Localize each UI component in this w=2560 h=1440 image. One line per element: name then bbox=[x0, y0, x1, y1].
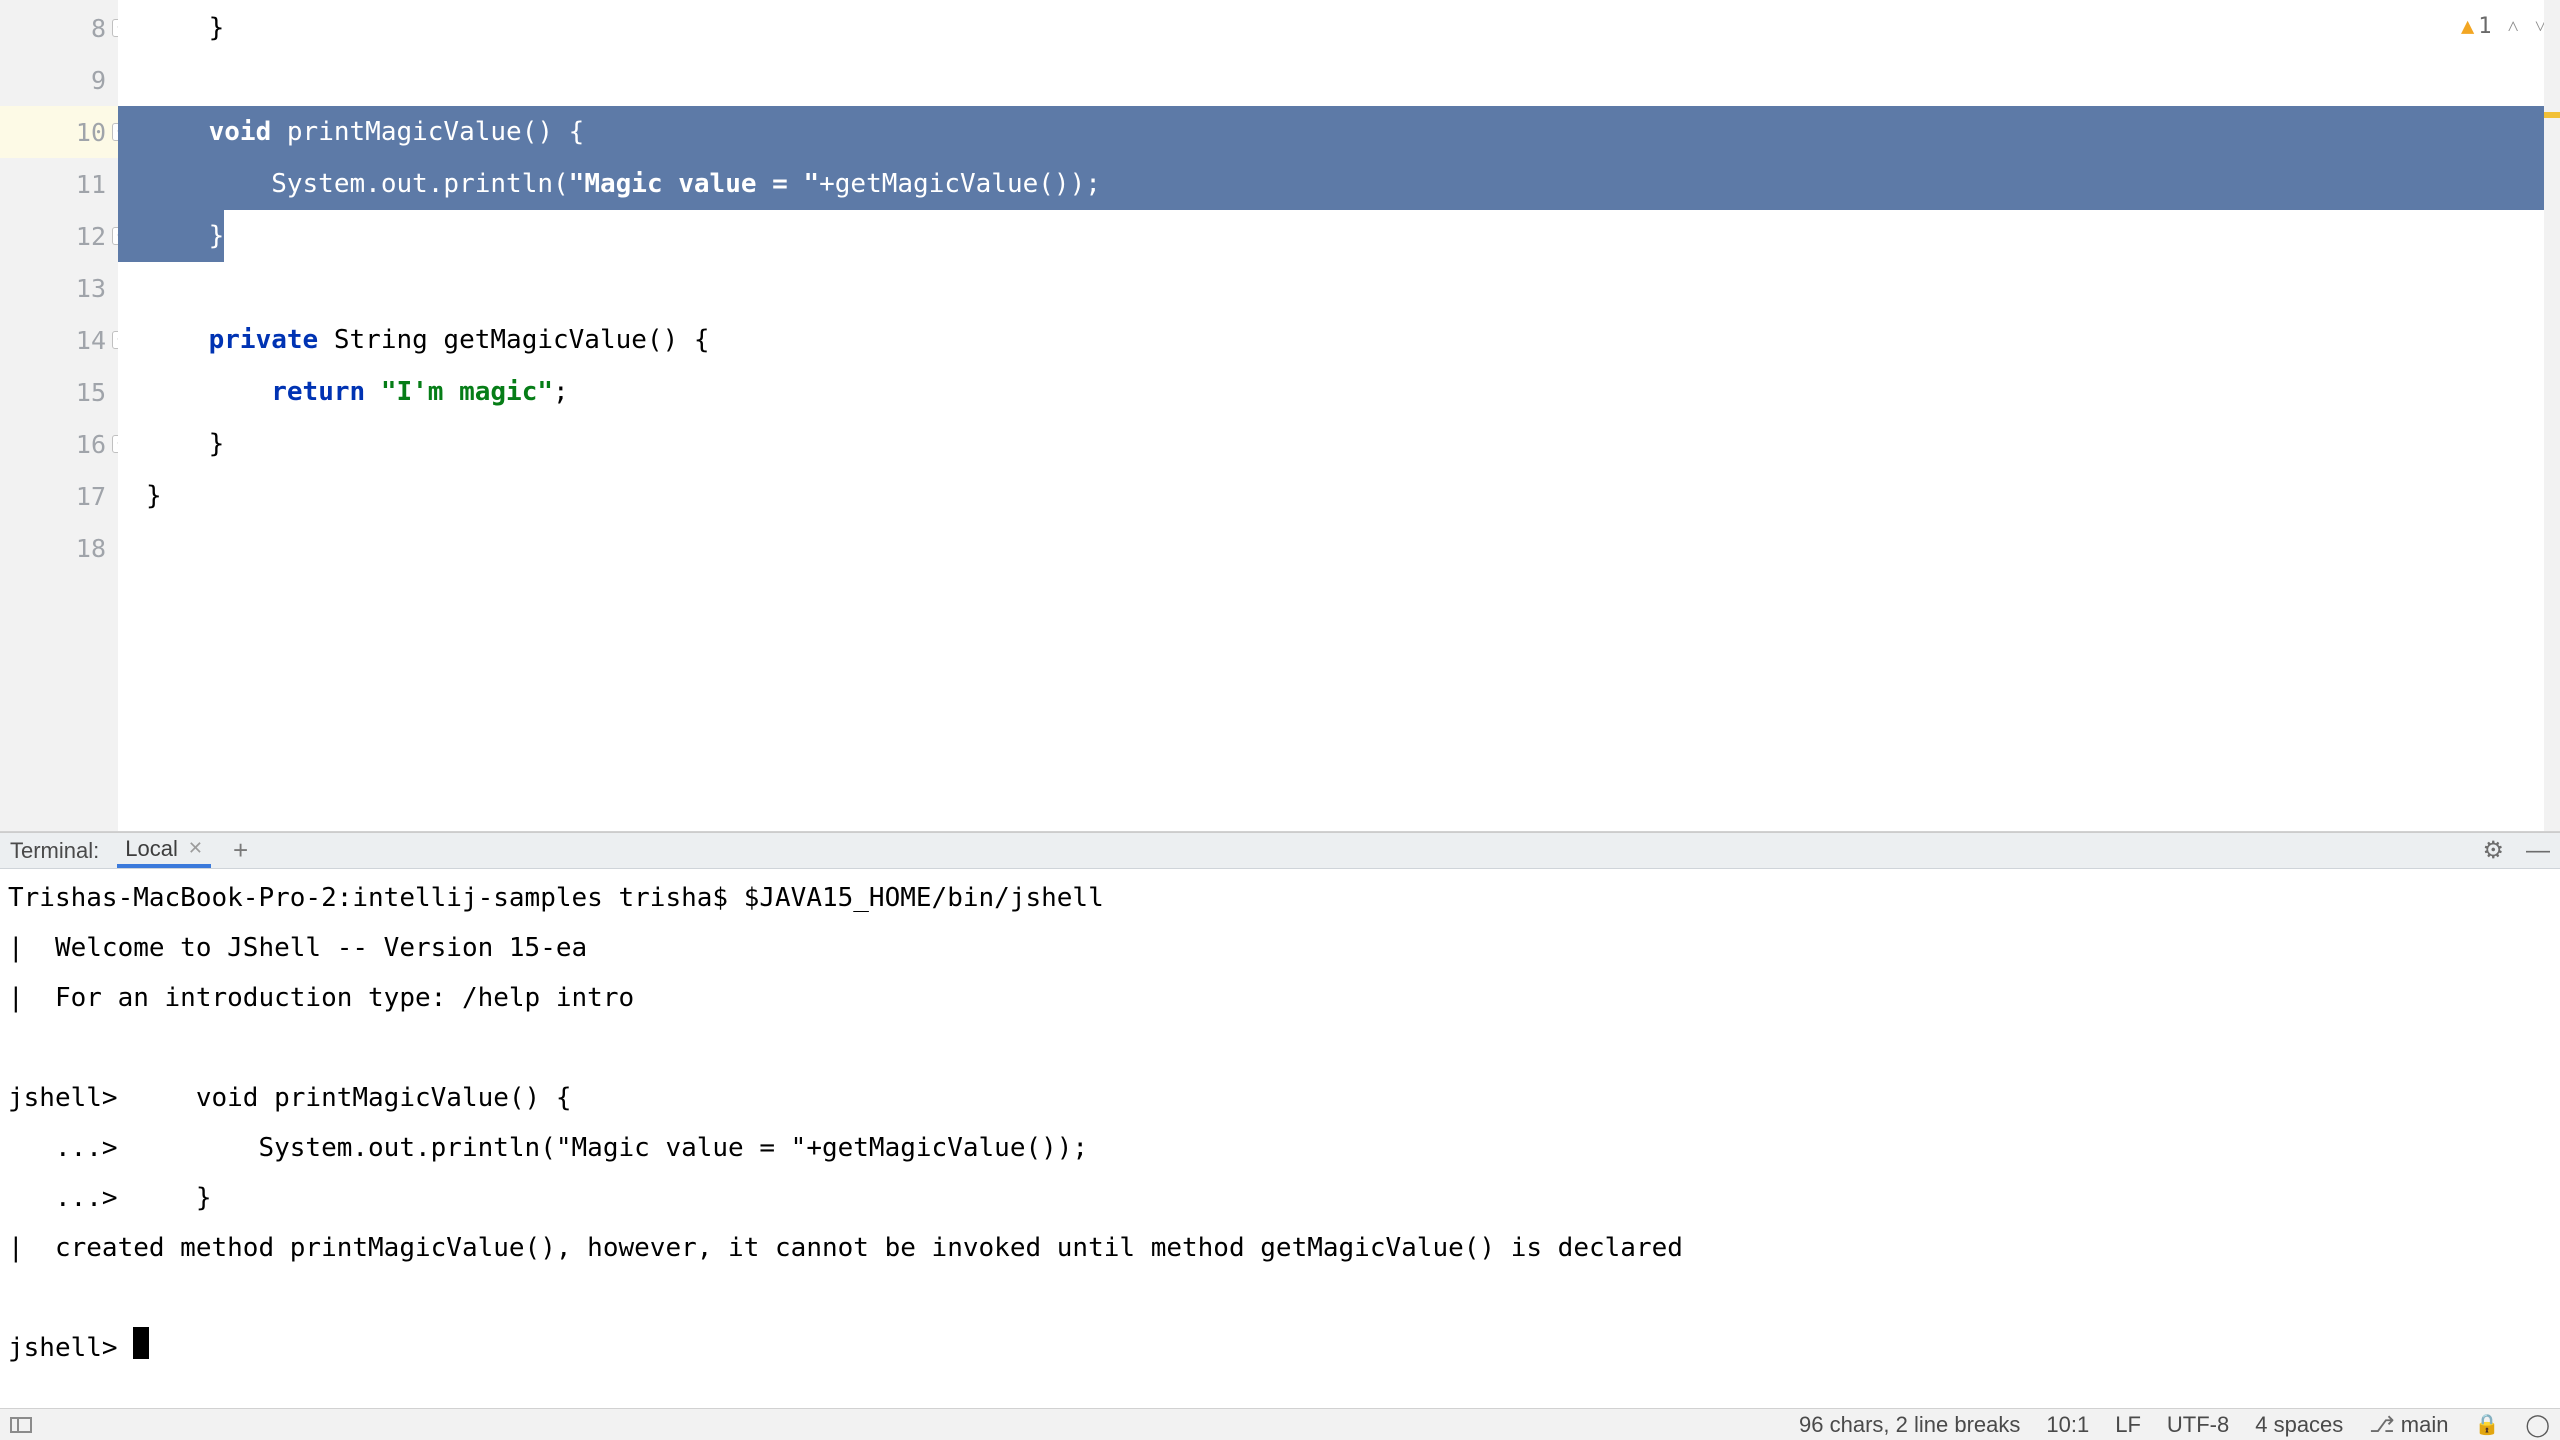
line-number: 11 bbox=[76, 170, 106, 199]
terminal-line: jshell> void printMagicValue() { bbox=[8, 1083, 572, 1113]
branch-icon: ⎇ bbox=[2369, 1412, 2394, 1437]
line-number: 16 bbox=[76, 430, 106, 459]
line-number: 18 bbox=[76, 534, 106, 563]
gutter-line: 11 bbox=[0, 158, 118, 210]
terminal-line: ...> } bbox=[8, 1183, 212, 1213]
gutter-line: 8 − bbox=[0, 2, 118, 54]
terminal-line: | For an introduction type: /help intro bbox=[8, 983, 634, 1013]
line-number: 17 bbox=[76, 482, 106, 511]
code-line[interactable]: } bbox=[118, 2, 2560, 54]
code-editor[interactable]: 8 − 9 10 − 11 12 − 13 14 − 15 16 − 17 18… bbox=[0, 0, 2560, 832]
status-indent[interactable]: 4 spaces bbox=[2255, 1412, 2343, 1438]
terminal-output[interactable]: Trishas-MacBook-Pro-2:intellij-samples t… bbox=[0, 869, 2560, 1408]
status-git-branch[interactable]: ⎇ main bbox=[2369, 1412, 2448, 1438]
code-line[interactable]: } bbox=[118, 470, 2560, 522]
terminal-tab-local[interactable]: Local ✕ bbox=[117, 833, 211, 868]
status-encoding[interactable]: UTF-8 bbox=[2167, 1412, 2229, 1438]
inspection-icon[interactable]: ◯ bbox=[2525, 1412, 2550, 1438]
line-number: 9 bbox=[91, 66, 106, 95]
terminal-tab-label: Local bbox=[125, 836, 178, 862]
code-content[interactable]: } void printMagicValue() { System.out.pr… bbox=[118, 0, 2560, 831]
gutter-line: 16 − bbox=[0, 418, 118, 470]
code-line[interactable] bbox=[118, 522, 2560, 574]
code-line-selected[interactable]: System.out.println("Magic value = "+getM… bbox=[118, 158, 2560, 210]
line-number: 14 bbox=[76, 326, 106, 355]
problems-indicator[interactable]: ▲ 1 ˄ ˅ bbox=[2461, 14, 2546, 39]
ruler-warning-mark[interactable] bbox=[2544, 112, 2560, 118]
line-number: 10 bbox=[76, 118, 106, 147]
terminal-line: | created method printMagicValue(), howe… bbox=[8, 1233, 1683, 1263]
gutter-line: 15 bbox=[0, 366, 118, 418]
warning-badge[interactable]: ▲ 1 bbox=[2461, 14, 2492, 39]
status-bar: 96 chars, 2 line breaks 10:1 LF UTF-8 4 … bbox=[0, 1408, 2560, 1440]
terminal-tab-bar: Terminal: Local ✕ + ⚙ — bbox=[0, 833, 2560, 869]
terminal-prompt: jshell> bbox=[8, 1333, 133, 1363]
code-line[interactable] bbox=[118, 262, 2560, 314]
warning-count: 1 bbox=[2478, 14, 2491, 39]
warning-icon: ▲ bbox=[2461, 14, 2474, 39]
code-line[interactable]: private String getMagicValue() { bbox=[118, 314, 2560, 366]
line-number: 15 bbox=[76, 378, 106, 407]
tool-window-layout-icon[interactable] bbox=[10, 1417, 32, 1433]
terminal-panel: Terminal: Local ✕ + ⚙ — Trishas-MacBook-… bbox=[0, 832, 2560, 1408]
chevron-up-icon[interactable]: ˄ bbox=[2507, 14, 2518, 39]
lock-icon[interactable]: 🔒 bbox=[2474, 1412, 2499, 1437]
gutter-line: 17 bbox=[0, 470, 118, 522]
line-number: 13 bbox=[76, 274, 106, 303]
status-selection-info[interactable]: 96 chars, 2 line breaks bbox=[1799, 1412, 2020, 1438]
gutter-line: 18 bbox=[0, 522, 118, 574]
terminal-label: Terminal: bbox=[10, 838, 99, 864]
code-line-selected[interactable]: } bbox=[118, 210, 2560, 262]
terminal-cursor bbox=[133, 1327, 149, 1359]
code-line[interactable]: return "I'm magic"; bbox=[118, 366, 2560, 418]
status-line-separator[interactable]: LF bbox=[2115, 1412, 2141, 1438]
terminal-line: ...> System.out.println("Magic value = "… bbox=[8, 1133, 1088, 1163]
close-icon[interactable]: ✕ bbox=[188, 838, 203, 859]
editor-gutter: 8 − 9 10 − 11 12 − 13 14 − 15 16 − 17 18 bbox=[0, 0, 118, 831]
terminal-line: Trishas-MacBook-Pro-2:intellij-samples t… bbox=[8, 883, 1104, 913]
minimize-icon[interactable]: — bbox=[2526, 837, 2550, 865]
code-line[interactable]: } bbox=[118, 418, 2560, 470]
add-terminal-tab-button[interactable]: + bbox=[233, 835, 248, 866]
gutter-line: 9 bbox=[0, 54, 118, 106]
code-line[interactable] bbox=[118, 54, 2560, 106]
code-line-selected[interactable]: void printMagicValue() { bbox=[118, 106, 2560, 158]
gear-icon[interactable]: ⚙ bbox=[2482, 836, 2504, 865]
overview-ruler[interactable] bbox=[2544, 0, 2560, 831]
terminal-line: | Welcome to JShell -- Version 15-ea bbox=[8, 933, 587, 963]
gutter-line: 13 bbox=[0, 262, 118, 314]
line-number: 12 bbox=[76, 222, 106, 251]
line-number: 8 bbox=[91, 14, 106, 43]
gutter-line: 14 − bbox=[0, 314, 118, 366]
gutter-line: 10 − bbox=[0, 106, 118, 158]
gutter-line: 12 − bbox=[0, 210, 118, 262]
status-caret-position[interactable]: 10:1 bbox=[2046, 1412, 2089, 1438]
